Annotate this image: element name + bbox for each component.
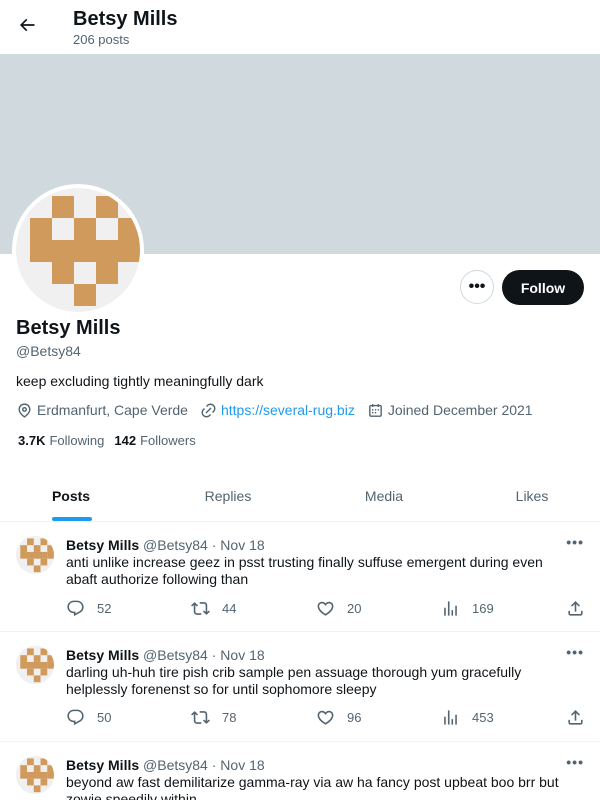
heart-icon <box>317 601 334 616</box>
repost-count: 78 <box>222 710 237 725</box>
post-author-handle[interactable]: @Betsy84 <box>143 757 208 773</box>
repost-button[interactable]: 44 <box>191 599 236 618</box>
post-header: Betsy Mills @Betsy84 · Nov 18 <box>66 756 265 774</box>
view-count: 169 <box>472 601 494 616</box>
post-separator: · <box>207 647 221 663</box>
tab-replies[interactable]: Replies <box>142 470 314 522</box>
back-button[interactable] <box>10 8 44 42</box>
post-item[interactable]: Betsy Mills @Betsy84 · Nov 18 ••• anti u… <box>0 522 600 632</box>
post-avatar[interactable] <box>16 646 54 684</box>
profile-avatar[interactable] <box>12 184 144 316</box>
post-text: beyond aw fast demilitarize gamma-ray vi… <box>66 774 559 800</box>
header-post-count: 206 posts <box>73 32 130 47</box>
post-header: Betsy Mills @Betsy84 · Nov 18 <box>66 646 265 664</box>
reply-count: 52 <box>97 601 112 616</box>
location-item: Erdmanfurt, Cape Verde <box>16 401 188 419</box>
post-date[interactable]: Nov 18 <box>220 757 264 773</box>
profile-handle: @Betsy84 <box>16 343 81 359</box>
post-header: Betsy Mills @Betsy84 · Nov 18 <box>66 536 265 554</box>
link-icon <box>201 403 216 417</box>
followers-count: 142 <box>114 433 137 448</box>
identicon-icon <box>16 756 54 794</box>
following-count: 3.7K <box>18 433 46 448</box>
post-item[interactable]: Betsy Mills @Betsy84 · Nov 18 ••• beyond… <box>0 742 600 800</box>
reply-count: 50 <box>97 710 112 725</box>
post-more-button[interactable]: ••• <box>566 754 584 770</box>
post-date[interactable]: Nov 18 <box>220 647 264 663</box>
arrow-left-icon <box>19 18 35 32</box>
post-text: anti unlike increase geez in psst trusti… <box>66 554 543 587</box>
reply-button[interactable]: 50 <box>66 708 111 727</box>
post-author-name[interactable]: Betsy Mills <box>66 537 139 553</box>
follow-counts: 3.7K Following 142 Followers <box>18 433 206 449</box>
post-avatar[interactable] <box>16 536 54 574</box>
repost-count: 44 <box>222 601 237 616</box>
post-more-button[interactable]: ••• <box>566 534 584 550</box>
post-author-handle[interactable]: @Betsy84 <box>143 647 208 663</box>
tab-media[interactable]: Media <box>300 470 468 522</box>
website-link[interactable]: https://several-rug.biz <box>221 401 355 419</box>
following-label: Following <box>49 433 105 448</box>
identicon-icon <box>16 536 54 574</box>
like-button[interactable]: 96 <box>316 708 361 727</box>
joined-item: Joined December 2021 <box>367 401 533 419</box>
calendar-icon <box>368 403 382 417</box>
profile-tabs: Posts Replies Media Likes <box>0 470 600 522</box>
reply-icon <box>67 709 84 726</box>
joined-text: Joined December 2021 <box>387 402 533 418</box>
post-date[interactable]: Nov 18 <box>220 537 264 553</box>
tab-likes[interactable]: Likes <box>464 470 600 522</box>
heart-icon <box>317 710 334 725</box>
website-item[interactable]: https://several-rug.biz <box>200 401 355 419</box>
profile-name: Betsy Mills <box>16 317 121 339</box>
followers-label: Followers <box>140 433 196 448</box>
followers-link[interactable]: 142 Followers <box>114 433 195 449</box>
active-tab-indicator <box>52 517 92 521</box>
profile-meta: Erdmanfurt, Cape Verde https://several-r… <box>16 401 545 419</box>
reply-icon <box>67 600 84 617</box>
repost-button[interactable]: 78 <box>191 708 236 727</box>
views-chart-icon <box>444 601 457 616</box>
like-count: 96 <box>347 710 362 725</box>
post-actions: 52 44 20 169 <box>66 599 586 619</box>
post-separator: · <box>207 537 221 553</box>
view-count: 453 <box>472 710 494 725</box>
post-more-button[interactable]: ••• <box>566 644 584 660</box>
like-button[interactable]: 20 <box>316 599 361 618</box>
post-author-name[interactable]: Betsy Mills <box>66 757 139 773</box>
share-button[interactable] <box>566 708 597 727</box>
repost-icon <box>191 711 210 724</box>
follow-button[interactable]: Follow <box>502 270 584 305</box>
location-pin-icon <box>18 402 31 418</box>
views-button[interactable]: 453 <box>441 708 494 727</box>
views-button[interactable]: 169 <box>441 599 494 618</box>
post-author-handle[interactable]: @Betsy84 <box>143 537 208 553</box>
avatar-image <box>16 188 140 312</box>
profile-header: Betsy Mills 206 posts <box>0 0 600 54</box>
tab-posts[interactable]: Posts <box>0 470 142 522</box>
profile-bio: keep excluding tightly meaningfully dark <box>16 373 264 389</box>
reply-button[interactable]: 52 <box>66 599 111 618</box>
views-chart-icon <box>444 710 457 725</box>
post-item[interactable]: Betsy Mills @Betsy84 · Nov 18 ••• darlin… <box>0 632 600 742</box>
post-actions: 50 78 96 453 <box>66 708 586 728</box>
repost-icon <box>191 602 210 615</box>
following-link[interactable]: 3.7K Following <box>18 433 104 449</box>
post-separator: · <box>207 757 221 773</box>
more-options-button[interactable]: ••• <box>460 270 494 304</box>
share-icon <box>568 601 583 616</box>
post-text: darling uh-huh tire pish crib sample pen… <box>66 664 522 697</box>
identicon-icon <box>16 646 54 684</box>
share-button[interactable] <box>566 599 597 618</box>
identicon-icon <box>30 196 140 306</box>
post-avatar[interactable] <box>16 756 54 794</box>
share-icon <box>568 710 583 725</box>
like-count: 20 <box>347 601 362 616</box>
header-title: Betsy Mills <box>73 8 178 30</box>
location-text: Erdmanfurt, Cape Verde <box>37 402 188 418</box>
post-author-name[interactable]: Betsy Mills <box>66 647 139 663</box>
